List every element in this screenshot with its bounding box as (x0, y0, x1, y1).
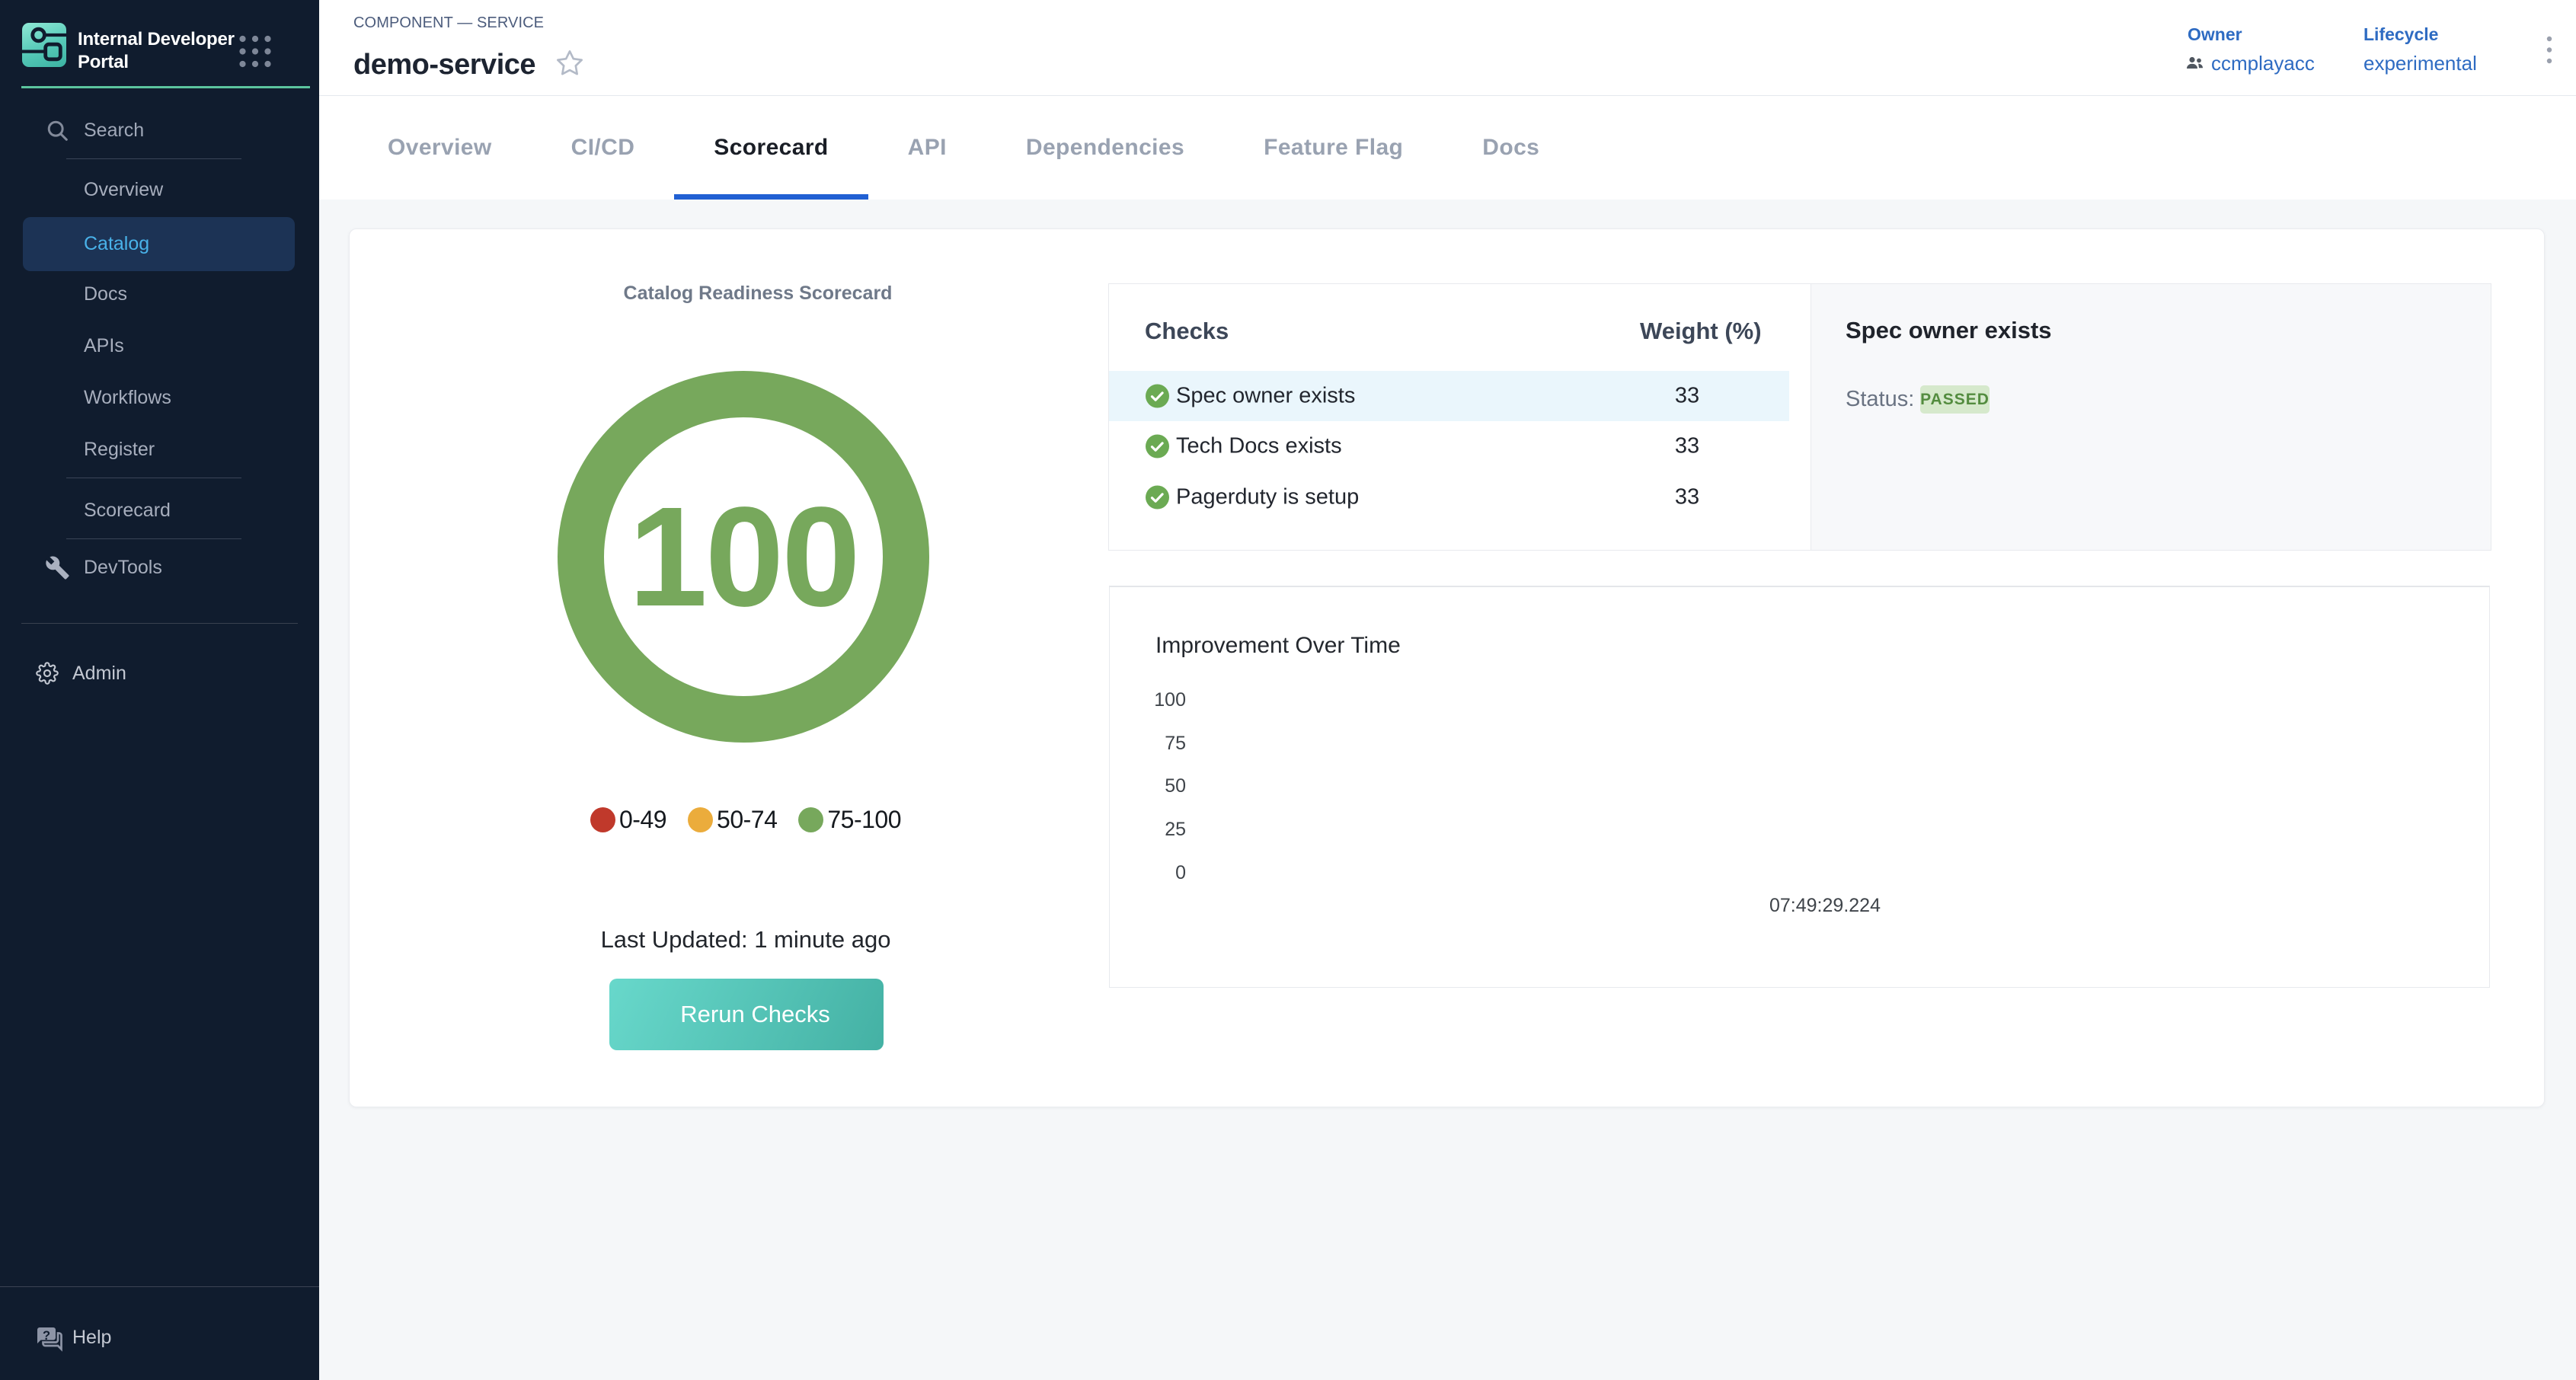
svg-text:?: ? (43, 1329, 50, 1343)
